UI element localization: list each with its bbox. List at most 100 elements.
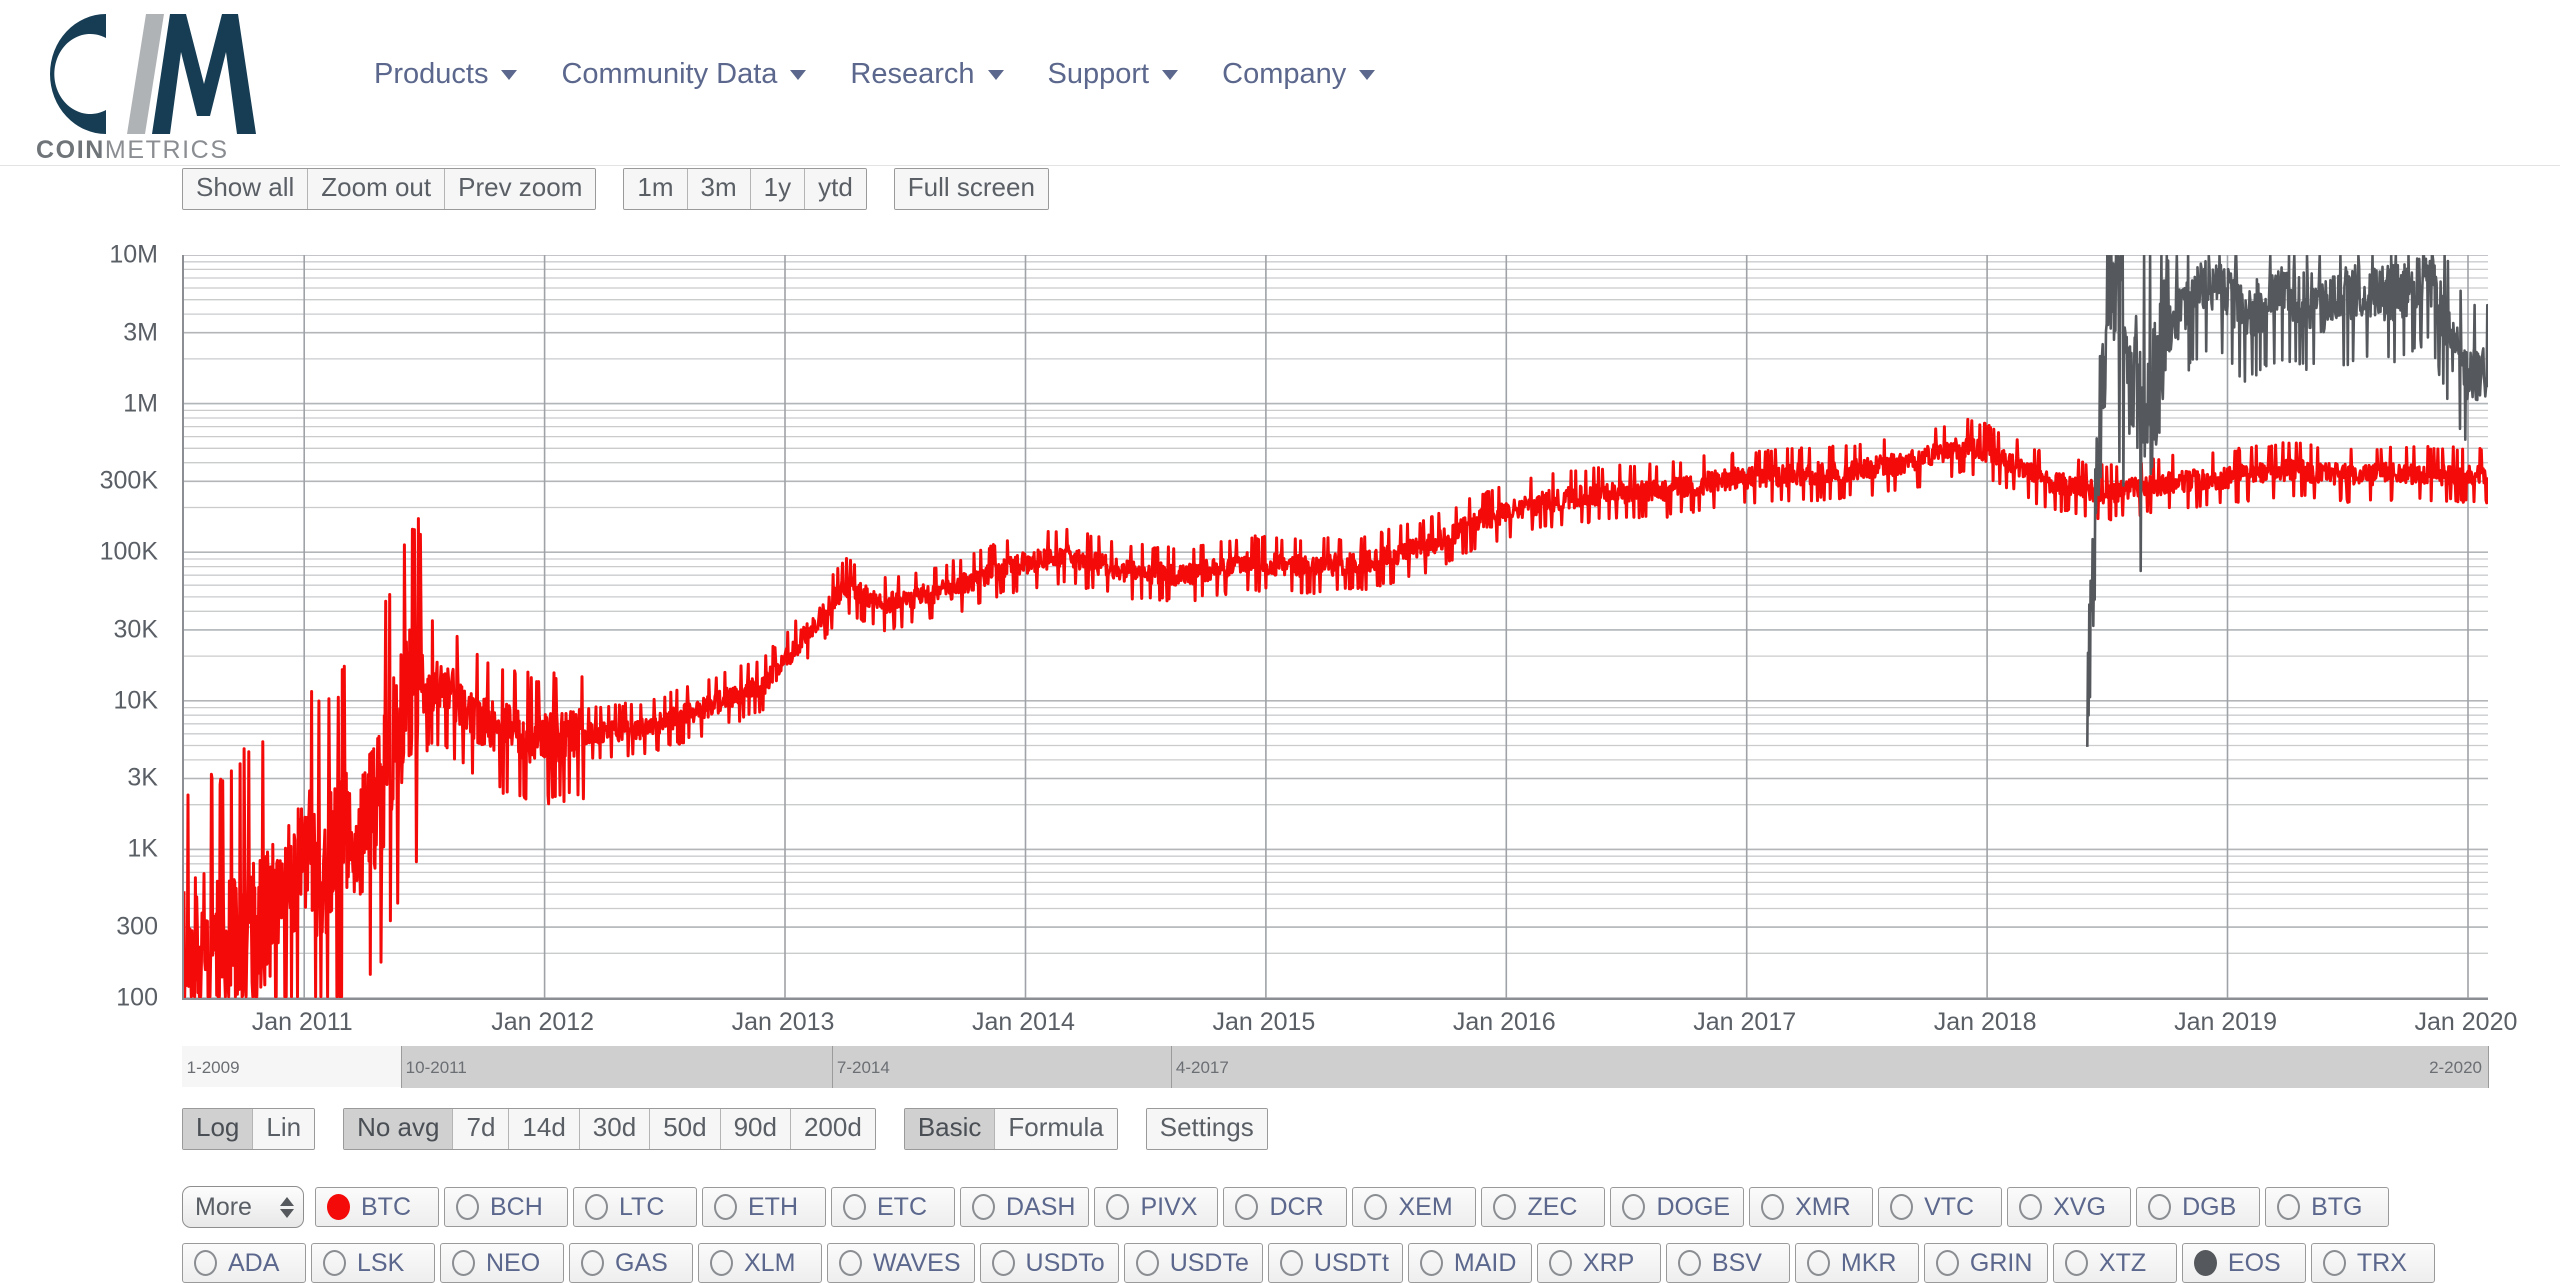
asset-chip-doge[interactable]: DOGE <box>1610 1187 1745 1227</box>
asset-radio-icon[interactable] <box>1279 1250 1303 1276</box>
asset-chip-dcr[interactable]: DCR <box>1223 1187 1348 1227</box>
settings-button[interactable]: Settings <box>1146 1109 1267 1150</box>
asset-radio-icon[interactable] <box>972 1194 995 1220</box>
period-3m-button[interactable]: 3m <box>687 169 751 210</box>
asset-radio-icon[interactable] <box>585 1194 608 1220</box>
asset-radio-icon[interactable] <box>710 1250 733 1276</box>
nav-item-products[interactable]: Products <box>352 58 539 91</box>
asset-radio-icon[interactable] <box>839 1250 862 1276</box>
asset-radio-icon[interactable] <box>1493 1194 1517 1220</box>
asset-chip-bsv[interactable]: BSV <box>1665 1243 1790 1283</box>
asset-radio-icon[interactable] <box>2019 1194 2043 1220</box>
full-screen-button[interactable]: Full screen <box>894 169 1048 210</box>
asset-chip-xvg[interactable]: XVG <box>2007 1187 2132 1227</box>
asset-chip-btc[interactable]: BTC <box>315 1187 439 1227</box>
asset-chip-ltc[interactable]: LTC <box>573 1187 697 1227</box>
nav-item-company[interactable]: Company <box>1200 58 1397 91</box>
asset-chip-lsk[interactable]: LSK <box>311 1243 435 1283</box>
asset-chip-btg[interactable]: BTG <box>2265 1187 2390 1227</box>
scale-log-button[interactable]: Log <box>183 1109 254 1150</box>
asset-radio-icon[interactable] <box>1761 1194 1785 1220</box>
asset-chip-vtc[interactable]: VTC <box>1878 1187 2003 1227</box>
zoom-out-button[interactable]: Zoom out <box>308 169 446 210</box>
avg-7d-button[interactable]: 7d <box>453 1109 510 1150</box>
asset-radio-icon[interactable] <box>2148 1194 2172 1220</box>
x-tick-label: Jan 2016 <box>1452 1008 1556 1036</box>
asset-chip-maid[interactable]: MAID <box>1407 1243 1532 1283</box>
asset-label: GRIN <box>1969 1248 2033 1277</box>
asset-radio-icon[interactable] <box>581 1250 604 1276</box>
more-assets-dropdown[interactable]: More <box>182 1186 304 1228</box>
show-all-button[interactable]: Show all <box>183 169 309 210</box>
range-selected-window[interactable] <box>401 1046 2488 1088</box>
asset-radio-icon[interactable] <box>1935 1250 1959 1276</box>
prev-zoom-button[interactable]: Prev zoom <box>445 169 596 210</box>
asset-radio-icon[interactable] <box>714 1194 737 1220</box>
x-tick-label: Jan 2017 <box>1693 1008 1797 1036</box>
avg-200d-button[interactable]: 200d <box>790 1109 875 1150</box>
asset-radio-icon[interactable] <box>1235 1194 1259 1220</box>
asset-chip-mkr[interactable]: MKR <box>1794 1243 1919 1283</box>
asset-chip-dash[interactable]: DASH <box>960 1187 1090 1227</box>
asset-radio-icon[interactable] <box>843 1194 866 1220</box>
asset-chip-pivx[interactable]: PIVX <box>1094 1187 1219 1227</box>
asset-chip-zec[interactable]: ZEC <box>1481 1187 1606 1227</box>
asset-radio-icon[interactable] <box>2193 1250 2217 1276</box>
asset-radio-icon[interactable] <box>323 1250 346 1276</box>
asset-chip-xrp[interactable]: XRP <box>1536 1243 1661 1283</box>
mode-basic-button[interactable]: Basic <box>904 1109 996 1150</box>
period-1y-button[interactable]: 1y <box>750 169 806 210</box>
asset-chip-gas[interactable]: GAS <box>569 1243 693 1283</box>
nav-item-community-data[interactable]: Community Data <box>539 58 828 91</box>
asset-radio-icon[interactable] <box>1890 1194 1914 1220</box>
nav-item-research[interactable]: Research <box>828 58 1025 91</box>
asset-radio-icon[interactable] <box>2277 1194 2301 1220</box>
asset-radio-icon[interactable] <box>327 1194 350 1220</box>
asset-chip-xtz[interactable]: XTZ <box>2052 1243 2177 1283</box>
asset-radio-icon[interactable] <box>991 1250 1015 1276</box>
asset-label: DOGE <box>1656 1192 1731 1221</box>
range-tick-label: 1-2009 <box>186 1058 240 1077</box>
scale-lin-button[interactable]: Lin <box>253 1109 315 1150</box>
period-ytd-button[interactable]: ytd <box>805 169 866 210</box>
asset-chip-grin[interactable]: GRIN <box>1923 1243 2048 1283</box>
asset-chip-trx[interactable]: TRX <box>2310 1243 2435 1283</box>
asset-chip-usdto[interactable]: USDTo <box>979 1243 1119 1283</box>
asset-radio-icon[interactable] <box>194 1250 217 1276</box>
asset-chip-xlm[interactable]: XLM <box>698 1243 822 1283</box>
asset-radio-icon[interactable] <box>2322 1250 2346 1276</box>
avg-none-button[interactable]: No avg <box>344 1109 454 1150</box>
plot-area[interactable] <box>182 255 2488 1000</box>
asset-chip-usdtt[interactable]: USDTt <box>1267 1243 1403 1283</box>
asset-radio-icon[interactable] <box>1419 1250 1443 1276</box>
asset-radio-icon[interactable] <box>1806 1250 1830 1276</box>
asset-radio-icon[interactable] <box>1677 1250 1701 1276</box>
asset-radio-icon[interactable] <box>1548 1250 1572 1276</box>
asset-chip-usdte[interactable]: USDTe <box>1123 1243 1263 1283</box>
asset-chip-ada[interactable]: ADA <box>182 1243 306 1283</box>
asset-chip-dgb[interactable]: DGB <box>2136 1187 2261 1227</box>
mode-formula-button[interactable]: Formula <box>995 1109 1117 1150</box>
asset-chip-xem[interactable]: XEM <box>1352 1187 1477 1227</box>
asset-chip-neo[interactable]: NEO <box>440 1243 564 1283</box>
range-selector[interactable]: 1-2009 10-2011 7-2014 4-2017 2-2020 <box>182 1046 2489 1088</box>
asset-chip-etc[interactable]: ETC <box>831 1187 955 1227</box>
asset-chip-bch[interactable]: BCH <box>444 1187 568 1227</box>
avg-14d-button[interactable]: 14d <box>509 1109 580 1150</box>
asset-chip-eth[interactable]: ETH <box>702 1187 826 1227</box>
asset-radio-icon[interactable] <box>456 1194 479 1220</box>
nav-item-support[interactable]: Support <box>1026 58 1201 91</box>
asset-chip-xmr[interactable]: XMR <box>1749 1187 1874 1227</box>
asset-radio-icon[interactable] <box>1622 1194 1646 1220</box>
avg-90d-button[interactable]: 90d <box>720 1109 791 1150</box>
asset-chip-waves[interactable]: WAVES <box>827 1243 975 1283</box>
asset-chip-eos[interactable]: EOS <box>2181 1243 2306 1283</box>
period-1m-button[interactable]: 1m <box>624 169 688 210</box>
asset-radio-icon[interactable] <box>452 1250 475 1276</box>
asset-radio-icon[interactable] <box>1106 1194 1130 1220</box>
asset-radio-icon[interactable] <box>1135 1250 1159 1276</box>
avg-30d-button[interactable]: 30d <box>579 1109 651 1150</box>
asset-radio-icon[interactable] <box>2064 1250 2088 1276</box>
asset-radio-icon[interactable] <box>1364 1194 1388 1220</box>
avg-50d-button[interactable]: 50d <box>650 1109 721 1150</box>
